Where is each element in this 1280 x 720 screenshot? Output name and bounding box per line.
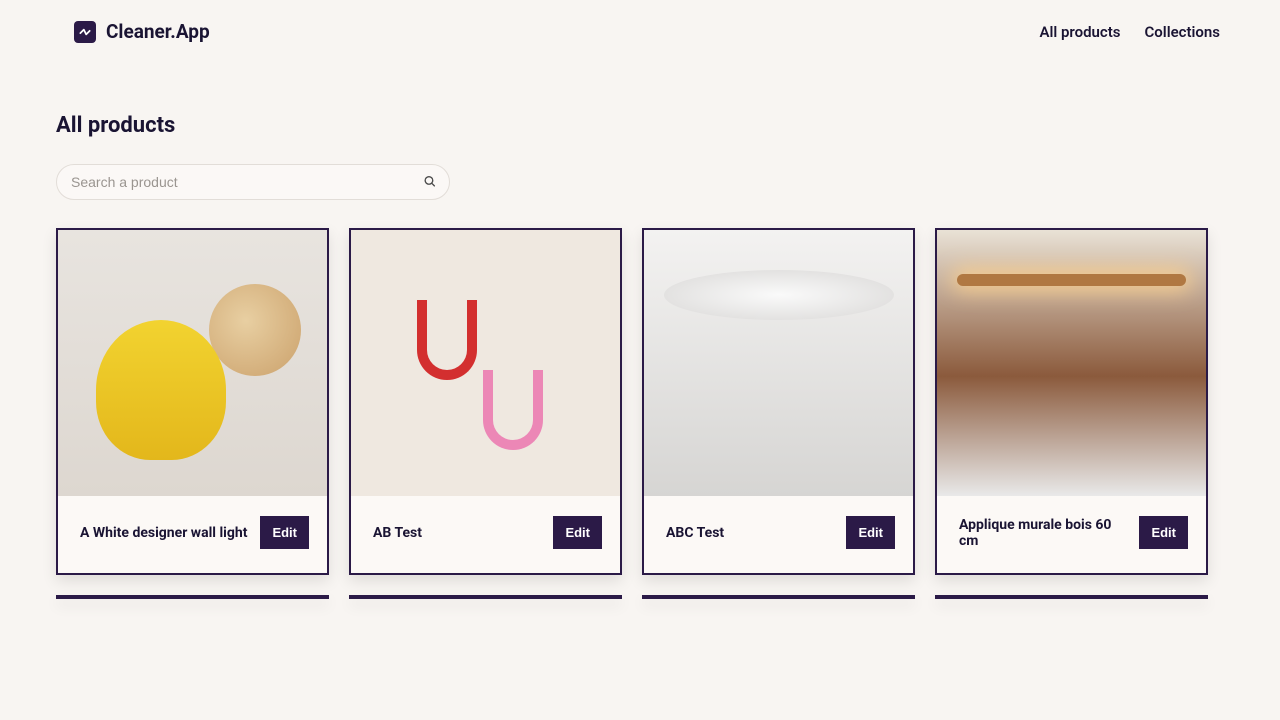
product-card[interactable] bbox=[349, 595, 622, 599]
search-wrap bbox=[56, 164, 450, 200]
product-card[interactable] bbox=[642, 595, 915, 599]
product-footer: ABC Test Edit bbox=[644, 496, 913, 573]
product-image bbox=[937, 230, 1206, 496]
search-input[interactable] bbox=[56, 164, 450, 200]
product-card[interactable]: A White designer wall light Edit bbox=[56, 228, 329, 575]
product-card[interactable]: Applique murale bois 60 cm Edit bbox=[935, 228, 1208, 575]
products-grid: A White designer wall light Edit AB Test… bbox=[56, 228, 1224, 599]
brand-name: Cleaner.App bbox=[106, 20, 210, 43]
product-title: AB Test bbox=[373, 525, 543, 541]
product-footer: Applique murale bois 60 cm Edit bbox=[937, 496, 1206, 573]
nav-all-products[interactable]: All products bbox=[1039, 23, 1120, 41]
product-card[interactable]: ABC Test Edit bbox=[642, 228, 915, 575]
product-image bbox=[58, 230, 327, 496]
product-footer: A White designer wall light Edit bbox=[58, 496, 327, 573]
product-card[interactable]: AB Test Edit bbox=[349, 228, 622, 575]
product-card[interactable] bbox=[935, 595, 1208, 599]
product-title: Applique murale bois 60 cm bbox=[959, 517, 1129, 549]
page-title: All products bbox=[56, 113, 1224, 138]
edit-button[interactable]: Edit bbox=[846, 516, 895, 549]
brand-icon bbox=[74, 21, 96, 43]
top-nav: All products Collections bbox=[1039, 23, 1220, 41]
edit-button[interactable]: Edit bbox=[553, 516, 602, 549]
edit-button[interactable]: Edit bbox=[260, 516, 309, 549]
product-card[interactable] bbox=[56, 595, 329, 599]
product-image bbox=[351, 230, 620, 496]
product-footer: AB Test Edit bbox=[351, 496, 620, 573]
product-image bbox=[644, 230, 913, 496]
edit-button[interactable]: Edit bbox=[1139, 516, 1188, 549]
nav-collections[interactable]: Collections bbox=[1145, 23, 1221, 41]
header: Cleaner.App All products Collections bbox=[0, 0, 1280, 59]
product-title: A White designer wall light bbox=[80, 525, 250, 541]
brand-logo[interactable]: Cleaner.App bbox=[74, 20, 210, 43]
product-title: ABC Test bbox=[666, 525, 836, 541]
main-content: All products A White designer wall light… bbox=[0, 59, 1280, 599]
